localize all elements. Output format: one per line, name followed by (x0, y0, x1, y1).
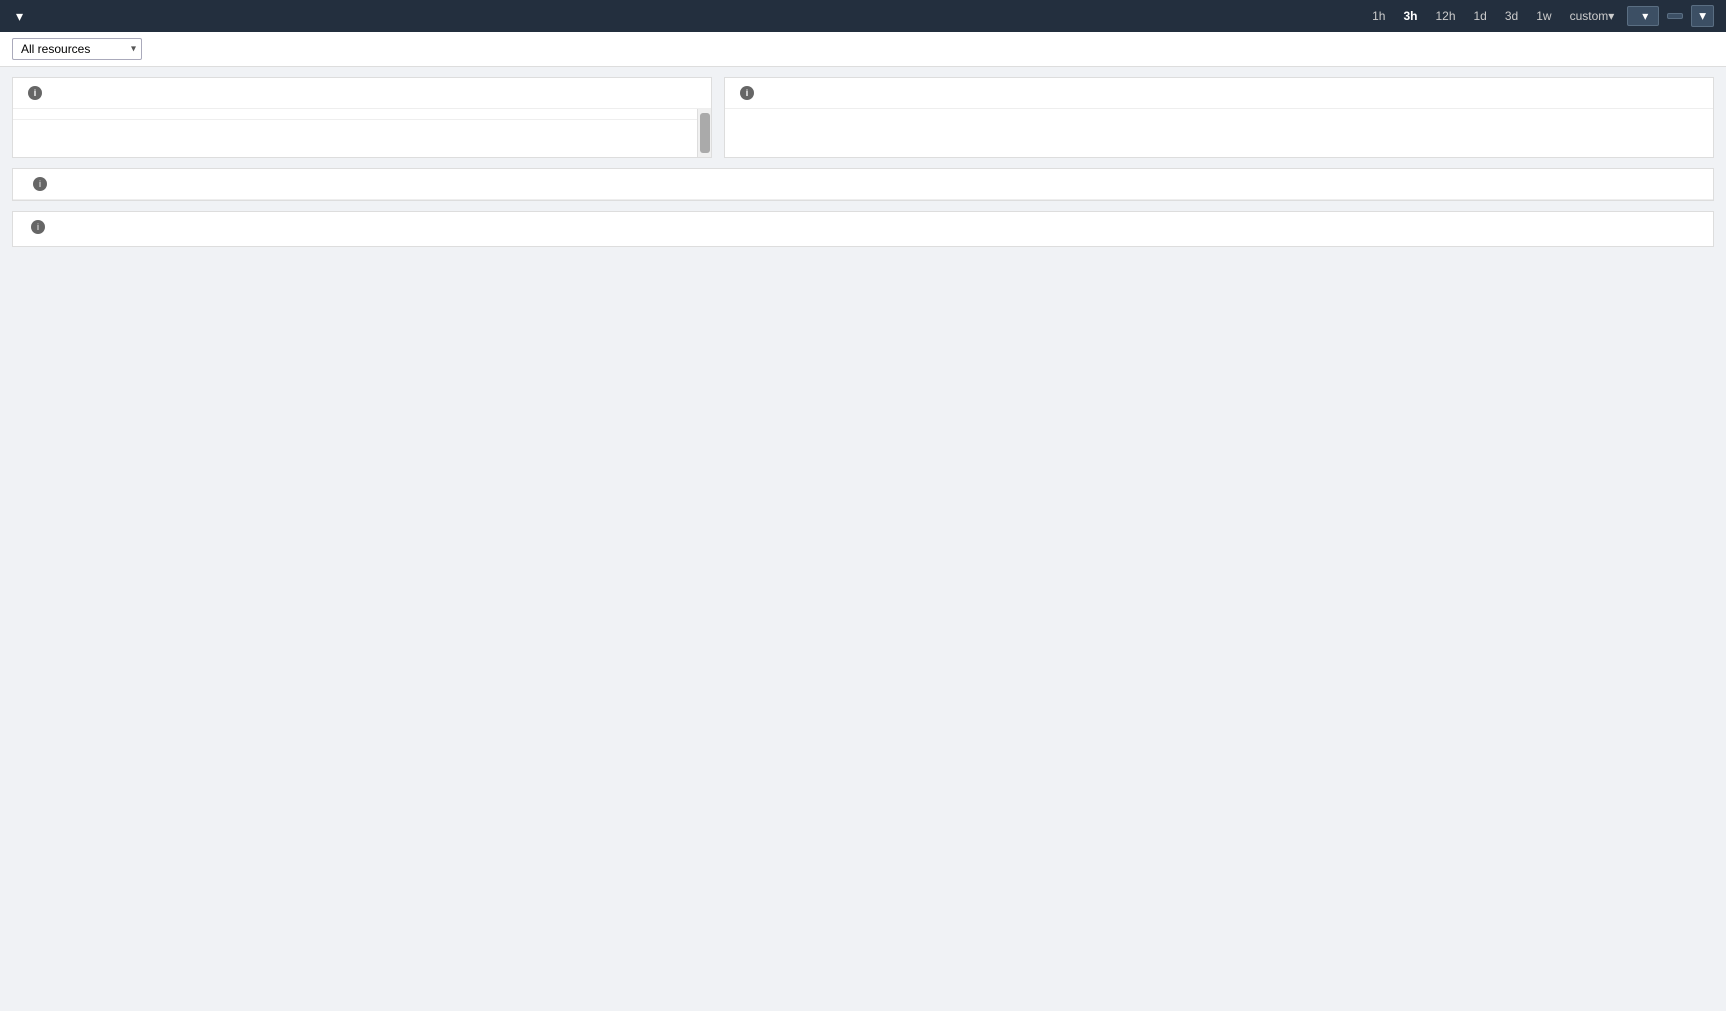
services-table-wrapper (13, 109, 711, 157)
cross-service-panel: i (12, 211, 1714, 247)
col-alarm (492, 109, 560, 120)
actions-chevron-icon: ▾ (1642, 9, 1648, 23)
col-ok (629, 109, 697, 120)
services-table (13, 109, 697, 120)
col-insufficient (560, 109, 628, 120)
settings-button[interactable]: ▾ (1691, 5, 1714, 27)
recent-alarms-info-icon[interactable]: i (740, 86, 754, 100)
col-status (423, 109, 491, 120)
recent-alarms-panel: i (724, 77, 1714, 158)
cross-service-header: i (25, 220, 1701, 234)
main-content: i (0, 67, 1726, 257)
dashboard-header: i (13, 169, 1713, 200)
main-header: ▾ 1h 3h 12h 1d 3d 1w custom▾ ▾ ▾ (0, 0, 1726, 32)
services-scrollbar[interactable] (697, 109, 711, 157)
time-custom-button[interactable]: custom▾ (1565, 7, 1620, 25)
time-1d-button[interactable]: 1d (1469, 7, 1492, 25)
services-table-header (13, 109, 697, 120)
dashboard-info-icon[interactable]: i (33, 177, 47, 191)
col-service (13, 109, 423, 120)
refresh-button[interactable] (1667, 13, 1683, 19)
sub-header: All resources (0, 32, 1726, 67)
page-title[interactable]: ▾ (12, 8, 23, 25)
recent-alarms-title: i (725, 78, 1713, 109)
actions-button[interactable]: ▾ (1627, 6, 1659, 26)
services-summary-info-icon[interactable]: i (28, 86, 42, 100)
default-dashboard: i (12, 168, 1714, 201)
dropdown-icon: ▾ (16, 8, 23, 25)
time-12h-button[interactable]: 12h (1430, 7, 1460, 25)
resource-select[interactable]: All resources (12, 38, 142, 60)
services-summary-panel: i (12, 77, 712, 158)
top-section: i (12, 77, 1714, 158)
scroll-thumb[interactable] (700, 113, 710, 153)
time-1h-button[interactable]: 1h (1367, 7, 1390, 25)
cross-service-info-icon[interactable]: i (31, 220, 45, 234)
services-table-container (13, 109, 697, 157)
time-1w-button[interactable]: 1w (1531, 7, 1556, 25)
time-3d-button[interactable]: 3d (1500, 7, 1523, 25)
time-3h-button[interactable]: 3h (1398, 7, 1422, 25)
header-controls: 1h 3h 12h 1d 3d 1w custom▾ ▾ ▾ (1359, 5, 1714, 27)
resource-select-wrapper: All resources (12, 38, 142, 60)
services-summary-title: i (13, 78, 711, 109)
